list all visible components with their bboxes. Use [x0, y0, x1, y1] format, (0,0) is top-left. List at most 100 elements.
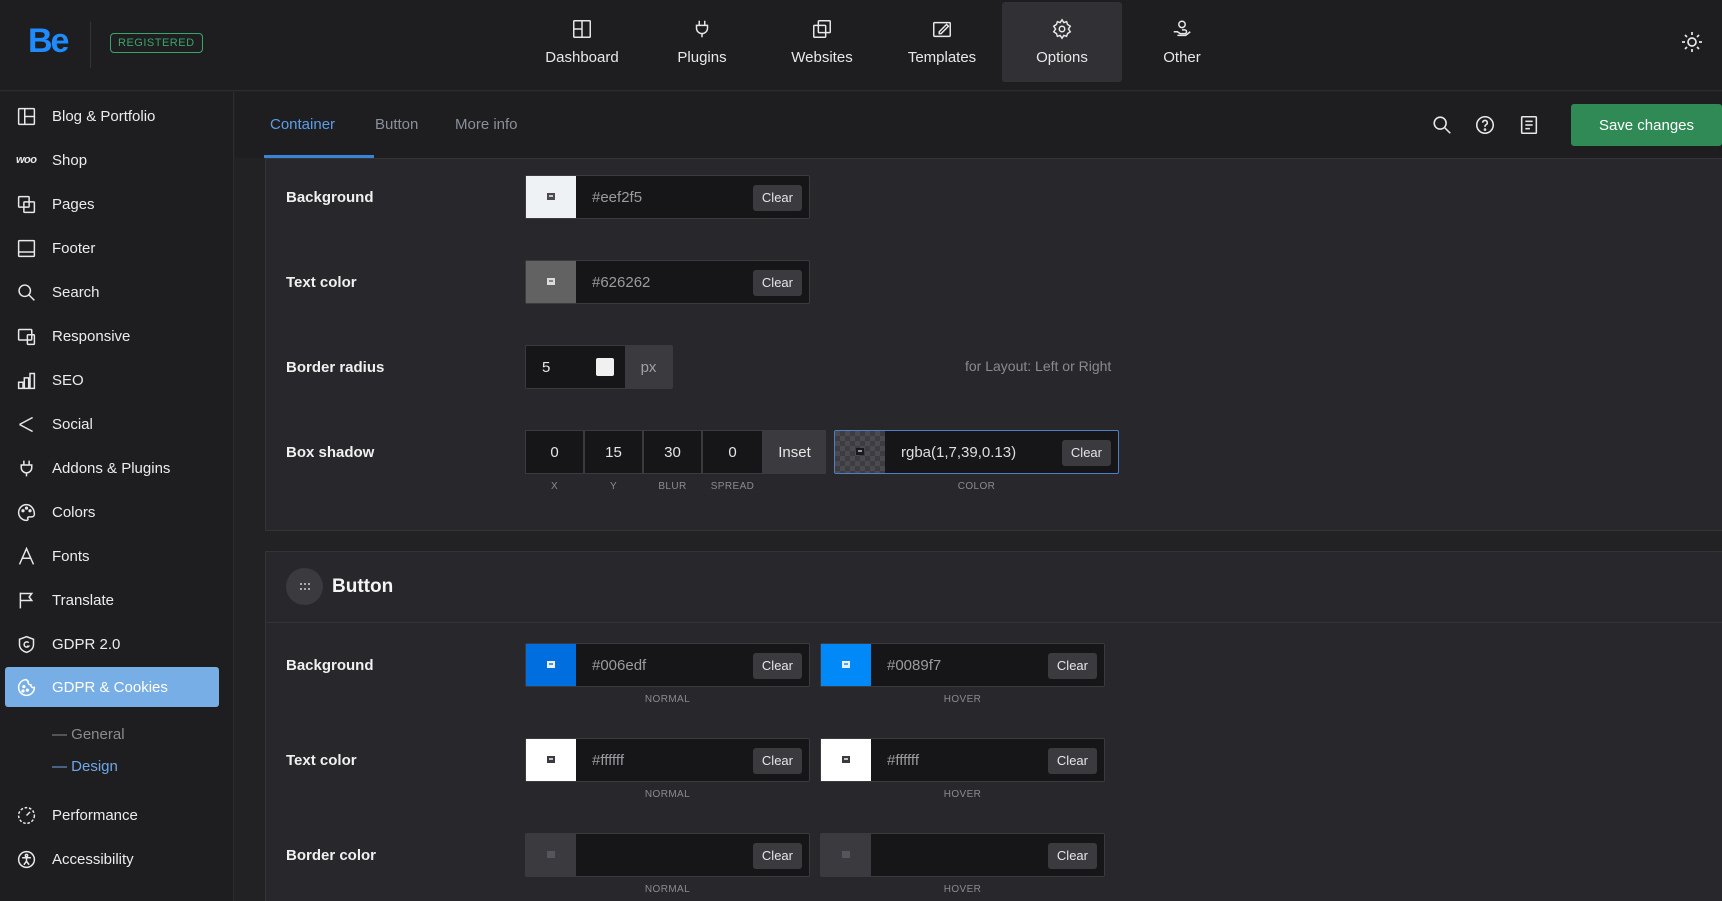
nav-label: Templates	[907, 49, 977, 66]
button-background-normal-field[interactable]: #006edf Clear	[525, 643, 810, 687]
sidebar-item-accessibility[interactable]: Accessibility	[0, 839, 234, 879]
color-value[interactable]: #0089f7	[887, 657, 941, 674]
logo[interactable]: Be	[28, 22, 69, 61]
woo-icon: woo	[16, 154, 37, 166]
notes-icon[interactable]	[1518, 114, 1540, 136]
clear-button[interactable]: Clear	[1047, 653, 1097, 679]
picker-icon	[547, 851, 555, 858]
field-label: Background	[286, 657, 374, 674]
button-border-color-normal-field[interactable]: Clear	[525, 833, 810, 877]
color-swatch[interactable]	[821, 739, 871, 781]
color-value[interactable]: #626262	[592, 274, 650, 291]
plug-icon	[695, 20, 709, 38]
clear-button[interactable]: Clear	[752, 185, 802, 211]
templates-icon	[933, 21, 951, 38]
sidebar-item-performance[interactable]: Performance	[0, 795, 234, 835]
shadow-spread-input[interactable]: 0	[702, 430, 763, 474]
nav-other[interactable]: Other	[1122, 2, 1242, 82]
sidebar-item-addons-plugins[interactable]: Addons & Plugins	[0, 448, 234, 488]
nav-plugins[interactable]: Plugins	[642, 2, 762, 82]
sidebar-item-seo[interactable]: SEO	[0, 360, 234, 400]
sidebar-item-shop[interactable]: woo Shop	[0, 140, 234, 180]
help-icon[interactable]	[1474, 114, 1496, 136]
color-value[interactable]: #ffffff	[592, 752, 624, 769]
color-value[interactable]: rgba(1,7,39,0.13)	[901, 444, 1016, 461]
color-swatch[interactable]	[526, 739, 576, 781]
sidebar-item-colors[interactable]: Colors	[0, 492, 234, 532]
subitem-label: Design	[71, 758, 118, 775]
color-value[interactable]: #eef2f5	[592, 189, 642, 206]
sidebar-item-label: SEO	[52, 371, 84, 389]
caption: X	[550, 481, 559, 492]
clear-button[interactable]: Clear	[752, 843, 802, 869]
sidebar-item-responsive[interactable]: Responsive	[0, 316, 234, 356]
clear-button[interactable]: Clear	[752, 748, 802, 774]
clear-button[interactable]: Clear	[752, 270, 802, 296]
tab-container[interactable]: Container	[270, 116, 335, 133]
shadow-y-input[interactable]: 15	[584, 430, 643, 474]
sidebar-item-gdpr-2[interactable]: GDPR 2.0	[0, 624, 234, 664]
caption: HOVER	[943, 694, 982, 705]
clear-button[interactable]: Clear	[1061, 440, 1111, 466]
shadow-color-field[interactable]: rgba(1,7,39,0.13) Clear	[834, 430, 1119, 474]
inset-button[interactable]: Inset	[763, 430, 826, 474]
color-swatch[interactable]	[526, 261, 576, 303]
button-border-color-hover-field[interactable]: Clear	[820, 833, 1105, 877]
shield-icon	[18, 635, 35, 653]
sidebar-item-fonts[interactable]: Fonts	[0, 536, 234, 576]
shadow-blur-input[interactable]: 30	[643, 430, 702, 474]
nav-dashboard[interactable]: Dashboard	[522, 2, 642, 82]
sidebar-item-footer[interactable]: Footer	[0, 228, 234, 268]
caption: SPREAD	[710, 481, 755, 492]
sidebar-item-social[interactable]: Social	[0, 404, 234, 444]
color-swatch[interactable]	[821, 644, 871, 686]
color-swatch[interactable]	[835, 431, 885, 473]
container-text-color-field[interactable]: #626262 Clear	[525, 260, 810, 304]
color-swatch[interactable]	[526, 834, 576, 876]
color-swatch[interactable]	[526, 644, 576, 686]
sidebar-subitem-general[interactable]: — General	[52, 726, 125, 743]
search-icon[interactable]	[1431, 114, 1453, 136]
pages-icon	[17, 195, 36, 213]
caption: HOVER	[943, 884, 982, 895]
color-value[interactable]: #ffffff	[887, 752, 919, 769]
color-swatch[interactable]	[526, 176, 576, 218]
sidebar-subitem-design[interactable]: — Design	[52, 758, 118, 775]
shadow-x-input[interactable]: 0	[525, 430, 584, 474]
border-radius-input[interactable]: 5 px	[525, 345, 673, 389]
clear-button[interactable]: Clear	[752, 653, 802, 679]
tab-button[interactable]: Button	[375, 116, 418, 133]
caption: BLUR	[658, 481, 687, 492]
color-swatch[interactable]	[821, 834, 871, 876]
container-background-field[interactable]: #eef2f5 Clear	[525, 175, 810, 219]
sidebar-item-translate[interactable]: Translate	[0, 580, 234, 620]
gear-icon	[1052, 18, 1072, 40]
clear-button[interactable]: Clear	[1047, 843, 1097, 869]
sidebar-item-gdpr-cookies[interactable]: GDPR & Cookies	[5, 667, 219, 707]
sidebar-item-pages[interactable]: Pages	[0, 184, 234, 224]
clear-button[interactable]: Clear	[1047, 748, 1097, 774]
color-value[interactable]: #006edf	[592, 657, 646, 674]
flag-icon	[19, 592, 34, 608]
font-icon	[18, 546, 35, 565]
button-background-hover-field[interactable]: #0089f7 Clear	[820, 643, 1105, 687]
nav-templates[interactable]: Templates	[882, 2, 1002, 82]
button-text-color-normal-field[interactable]: #ffffff Clear	[525, 738, 810, 782]
sidebar-item-label: Translate	[52, 591, 114, 609]
search-icon	[18, 283, 35, 301]
save-button[interactable]: Save changes	[1571, 104, 1722, 146]
nav-options[interactable]: Options	[1002, 2, 1122, 82]
sidebar-item-blog-portfolio[interactable]: Blog & Portfolio	[0, 96, 234, 136]
performance-icon	[17, 806, 36, 824]
drag-handle-icon[interactable]	[286, 568, 323, 605]
chart-icon	[17, 372, 36, 389]
number-value[interactable]: 5	[542, 359, 550, 376]
tab-more-info[interactable]: More info	[455, 116, 518, 133]
sun-icon[interactable]	[1680, 30, 1704, 54]
nav-websites[interactable]: Websites	[762, 2, 882, 82]
sidebar-item-search[interactable]: Search	[0, 272, 234, 312]
caption: COLOR	[957, 481, 996, 492]
dashboard-icon	[573, 20, 591, 38]
button-text-color-hover-field[interactable]: #ffffff Clear	[820, 738, 1105, 782]
spinner-icon[interactable]	[596, 358, 614, 376]
